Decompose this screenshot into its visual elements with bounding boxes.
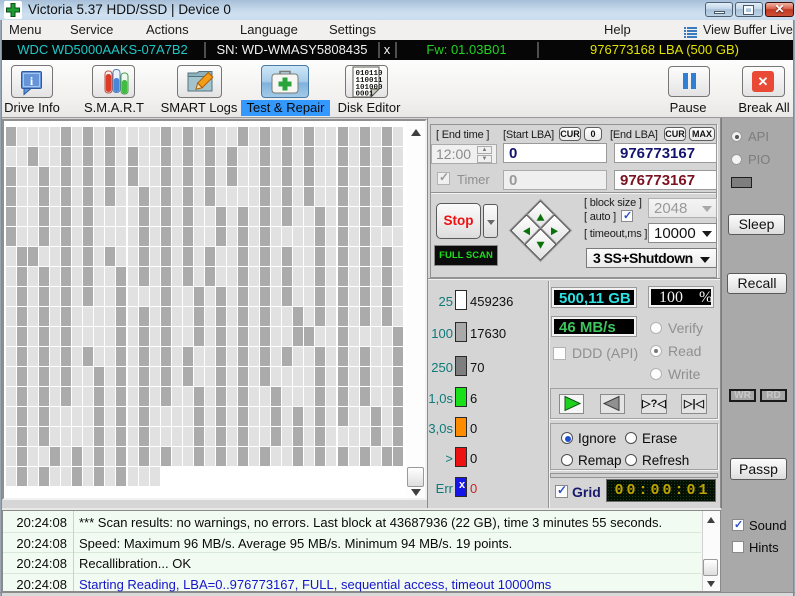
svg-text:0001: 0001 — [356, 91, 375, 99]
